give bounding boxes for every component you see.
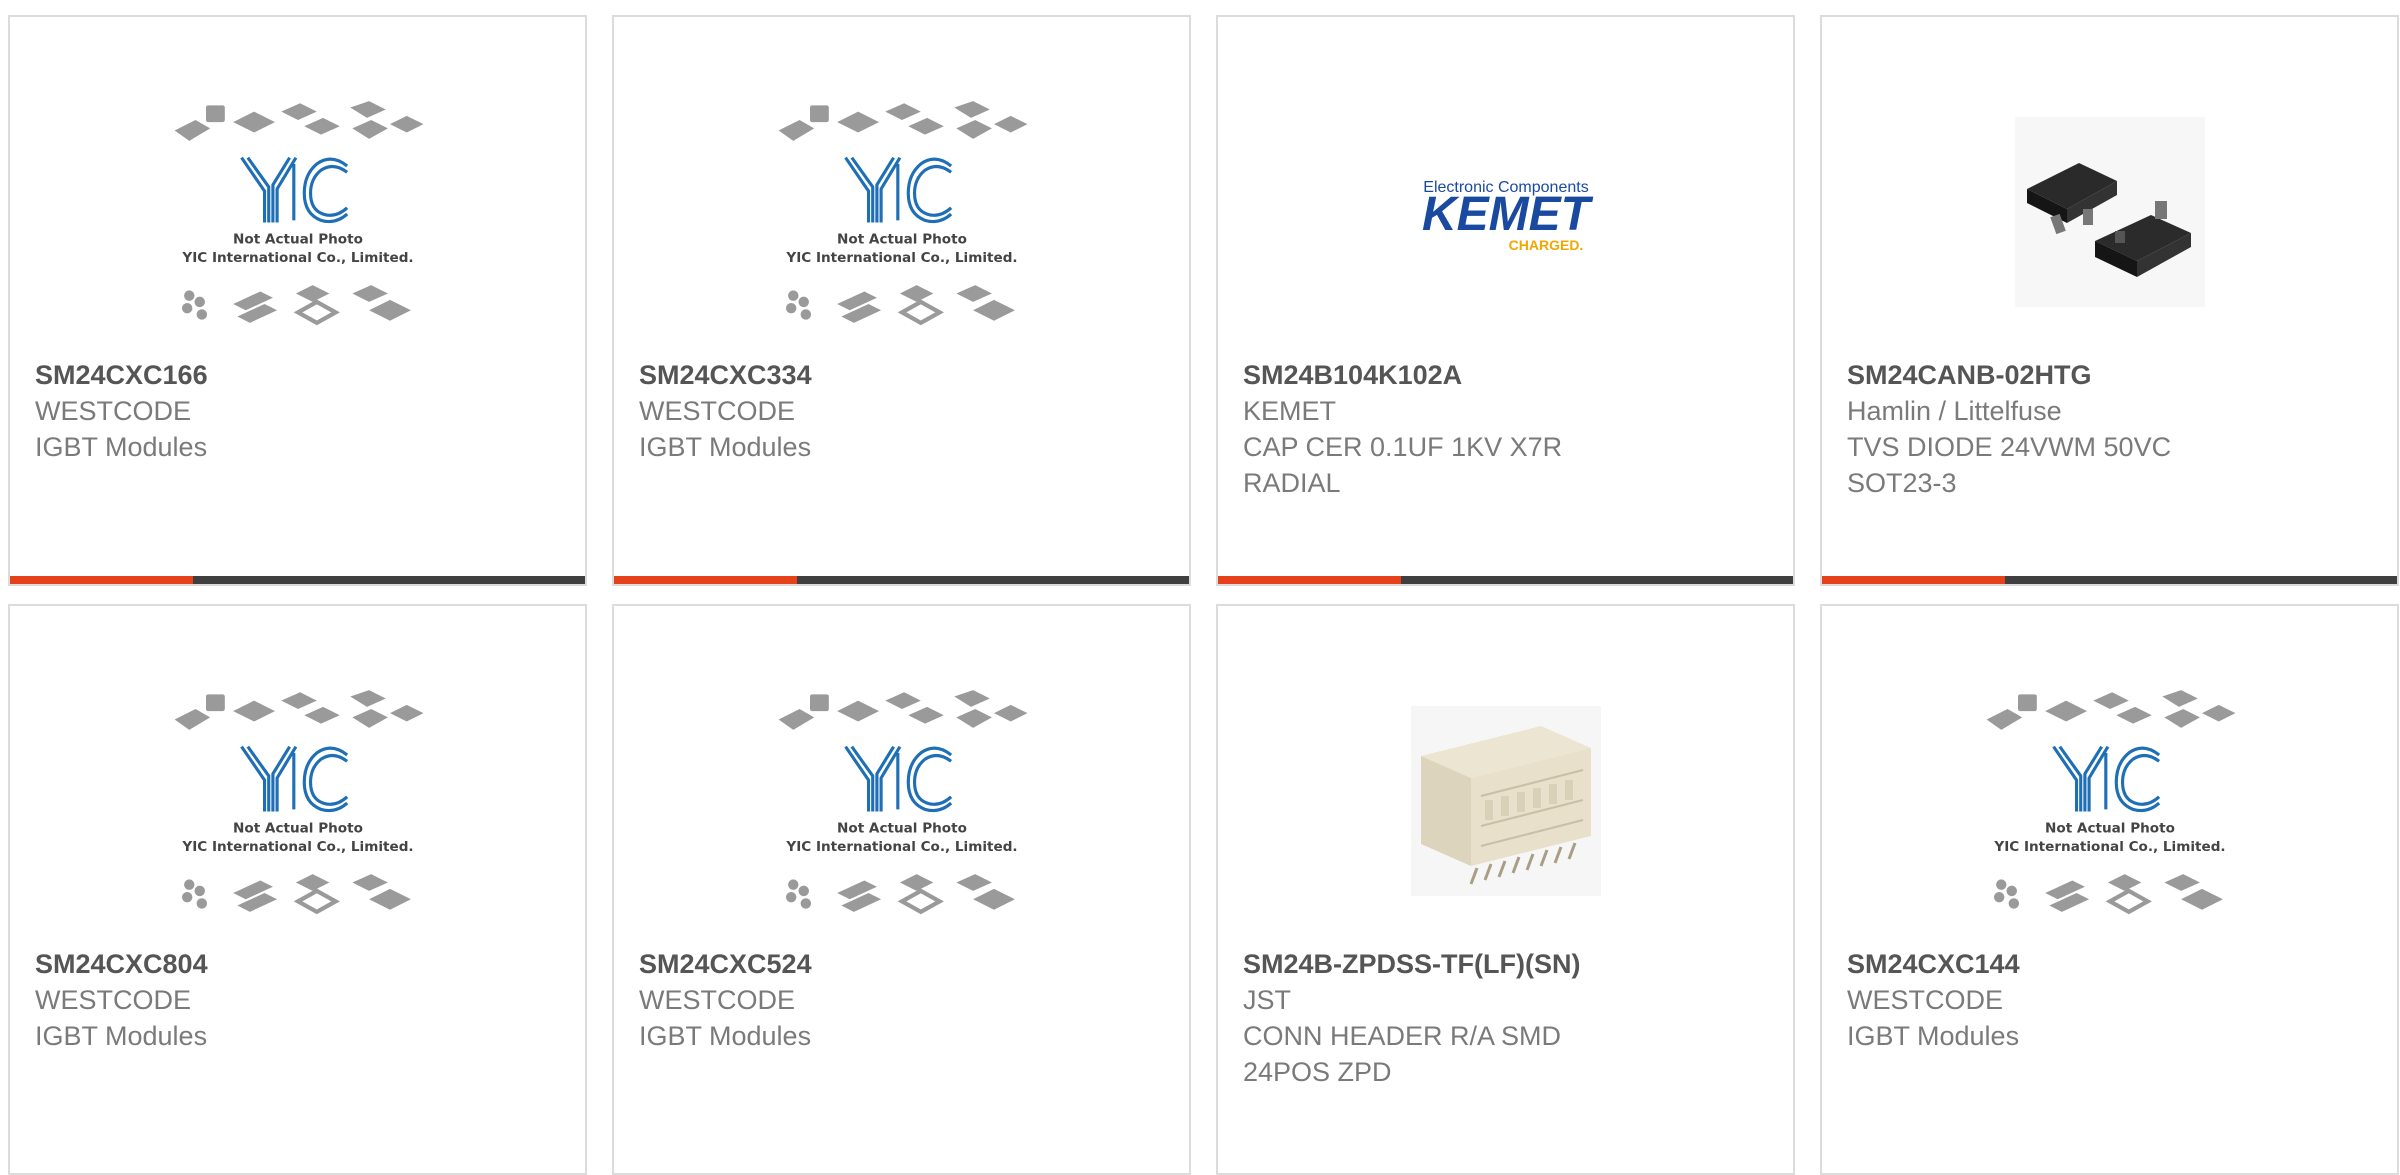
description-label: CONN HEADER R/A SMD 24POS ZPD [1243, 1021, 1562, 1087]
description-label: IGBT Modules [35, 1021, 208, 1051]
placeholder-caption-line1: Not Actual Photo [837, 820, 967, 836]
manufacturer-label: WESTCODE [1847, 985, 2004, 1015]
product-card[interactable]: Not Actual Photo YIC International Co., L… [8, 604, 587, 1175]
placeholder-caption-line2: YIC International Co., Limited. [181, 839, 413, 855]
part-number-link[interactable]: SM24B-ZPDSS-TF(LF)(SN) [1243, 946, 1768, 982]
placeholder-caption-line1: Not Actual Photo [233, 820, 363, 836]
card-bottom-bar [10, 576, 585, 584]
placeholder-caption-line1: Not Actual Photo [2045, 820, 2175, 836]
kemet-logo-text: KEMET [1422, 188, 1594, 241]
manufacturer-label: JST [1243, 985, 1292, 1015]
product-image[interactable]: Not Actual Photo YIC International Co., L… [614, 656, 1189, 946]
product-info: SM24CXC334 WESTCODE IGBT Modules [639, 357, 1164, 465]
product-card[interactable]: SM24B-ZPDSS-TF(LF)(SN) JST CONN HEADER R… [1216, 604, 1795, 1175]
card-accent-bar [1218, 576, 1401, 584]
description-label: IGBT Modules [639, 1021, 812, 1051]
description-label: CAP CER 0.1UF 1KV X7R RADIAL [1243, 432, 1563, 498]
placeholder-caption-line2: YIC International Co., Limited. [785, 839, 1017, 855]
card-bottom-bar [614, 576, 1189, 584]
card-accent-bar [10, 576, 193, 584]
yic-placeholder-image: Not Actual Photo YIC International Co., L… [767, 686, 1037, 916]
manufacturer-label: WESTCODE [35, 985, 192, 1015]
connector-photo [1410, 706, 1601, 896]
part-number-link[interactable]: SM24CXC166 [35, 357, 560, 393]
description-label: IGBT Modules [639, 432, 812, 462]
yic-placeholder-image: Not Actual Photo YIC International Co., L… [163, 686, 433, 916]
kemet-logo-text: CHARGED. [1508, 237, 1583, 253]
manufacturer-label: WESTCODE [639, 985, 796, 1015]
product-image[interactable] [1822, 67, 2397, 357]
product-info: SM24CXC804 WESTCODE IGBT Modules [35, 946, 560, 1054]
product-card[interactable]: Not Actual Photo YIC International Co., L… [612, 15, 1191, 586]
card-accent-bar [614, 576, 797, 584]
product-info: SM24CXC166 WESTCODE IGBT Modules [35, 357, 560, 465]
part-number-link[interactable]: SM24CXC334 [639, 357, 1164, 393]
placeholder-caption-line1: Not Actual Photo [233, 231, 363, 247]
part-number-link[interactable]: SM24B104K102A [1243, 357, 1768, 393]
part-number-link[interactable]: SM24CXC804 [35, 946, 560, 982]
product-card[interactable]: Not Actual Photo YIC International Co., L… [612, 604, 1191, 1175]
card-bottom-bar [1822, 576, 2397, 584]
product-image[interactable]: Not Actual Photo YIC International Co., L… [614, 67, 1189, 357]
placeholder-caption-line1: Not Actual Photo [837, 231, 967, 247]
product-image[interactable]: Not Actual Photo YIC International Co., L… [10, 67, 585, 357]
part-number-link[interactable]: SM24CXC524 [639, 946, 1164, 982]
manufacturer-label: KEMET [1243, 396, 1337, 426]
sot23-photo [2014, 117, 2205, 307]
description-label: IGBT Modules [1847, 1021, 2020, 1051]
yic-placeholder-image: Not Actual Photo YIC International Co., L… [1975, 686, 2245, 916]
product-info: SM24B104K102A KEMET CAP CER 0.1UF 1KV X7… [1243, 357, 1768, 501]
product-info: SM24CANB-02HTG Hamlin / Littelfuse TVS D… [1847, 357, 2372, 501]
part-number-link[interactable]: SM24CANB-02HTG [1847, 357, 2372, 393]
product-image[interactable]: Electronic Components KEMET CHARGED. [1218, 67, 1793, 357]
kemet-logo: Electronic Components KEMET CHARGED. [1422, 179, 1594, 253]
card-accent-bar [1822, 576, 2005, 584]
product-card[interactable]: Electronic Components KEMET CHARGED. SM2… [1216, 15, 1795, 586]
manufacturer-label: WESTCODE [639, 396, 796, 426]
product-info: SM24B-ZPDSS-TF(LF)(SN) JST CONN HEADER R… [1243, 946, 1768, 1090]
card-bottom-bar [1218, 576, 1793, 584]
yic-placeholder-image: Not Actual Photo YIC International Co., L… [767, 97, 1037, 327]
description-label: IGBT Modules [35, 432, 208, 462]
product-card[interactable]: Not Actual Photo YIC International Co., L… [1820, 604, 2399, 1175]
product-card[interactable]: SM24CANB-02HTG Hamlin / Littelfuse TVS D… [1820, 15, 2399, 586]
product-grid: Not Actual Photo YIC International Co., L… [8, 15, 2399, 1175]
product-image[interactable] [1218, 656, 1793, 946]
product-info: SM24CXC144 WESTCODE IGBT Modules [1847, 946, 2372, 1054]
placeholder-caption-line2: YIC International Co., Limited. [181, 250, 413, 266]
manufacturer-label: Hamlin / Littelfuse [1847, 396, 2062, 426]
description-label: TVS DIODE 24VWM 50VC SOT23-3 [1847, 432, 2172, 498]
product-card[interactable]: Not Actual Photo YIC International Co., L… [8, 15, 587, 586]
placeholder-caption-line2: YIC International Co., Limited. [1993, 839, 2225, 855]
product-image[interactable]: Not Actual Photo YIC International Co., L… [10, 656, 585, 946]
product-info: SM24CXC524 WESTCODE IGBT Modules [639, 946, 1164, 1054]
placeholder-caption-line2: YIC International Co., Limited. [785, 250, 1017, 266]
manufacturer-label: WESTCODE [35, 396, 192, 426]
product-image[interactable]: Not Actual Photo YIC International Co., L… [1822, 656, 2397, 946]
part-number-link[interactable]: SM24CXC144 [1847, 946, 2372, 982]
yic-placeholder-image: Not Actual Photo YIC International Co., L… [163, 97, 433, 327]
